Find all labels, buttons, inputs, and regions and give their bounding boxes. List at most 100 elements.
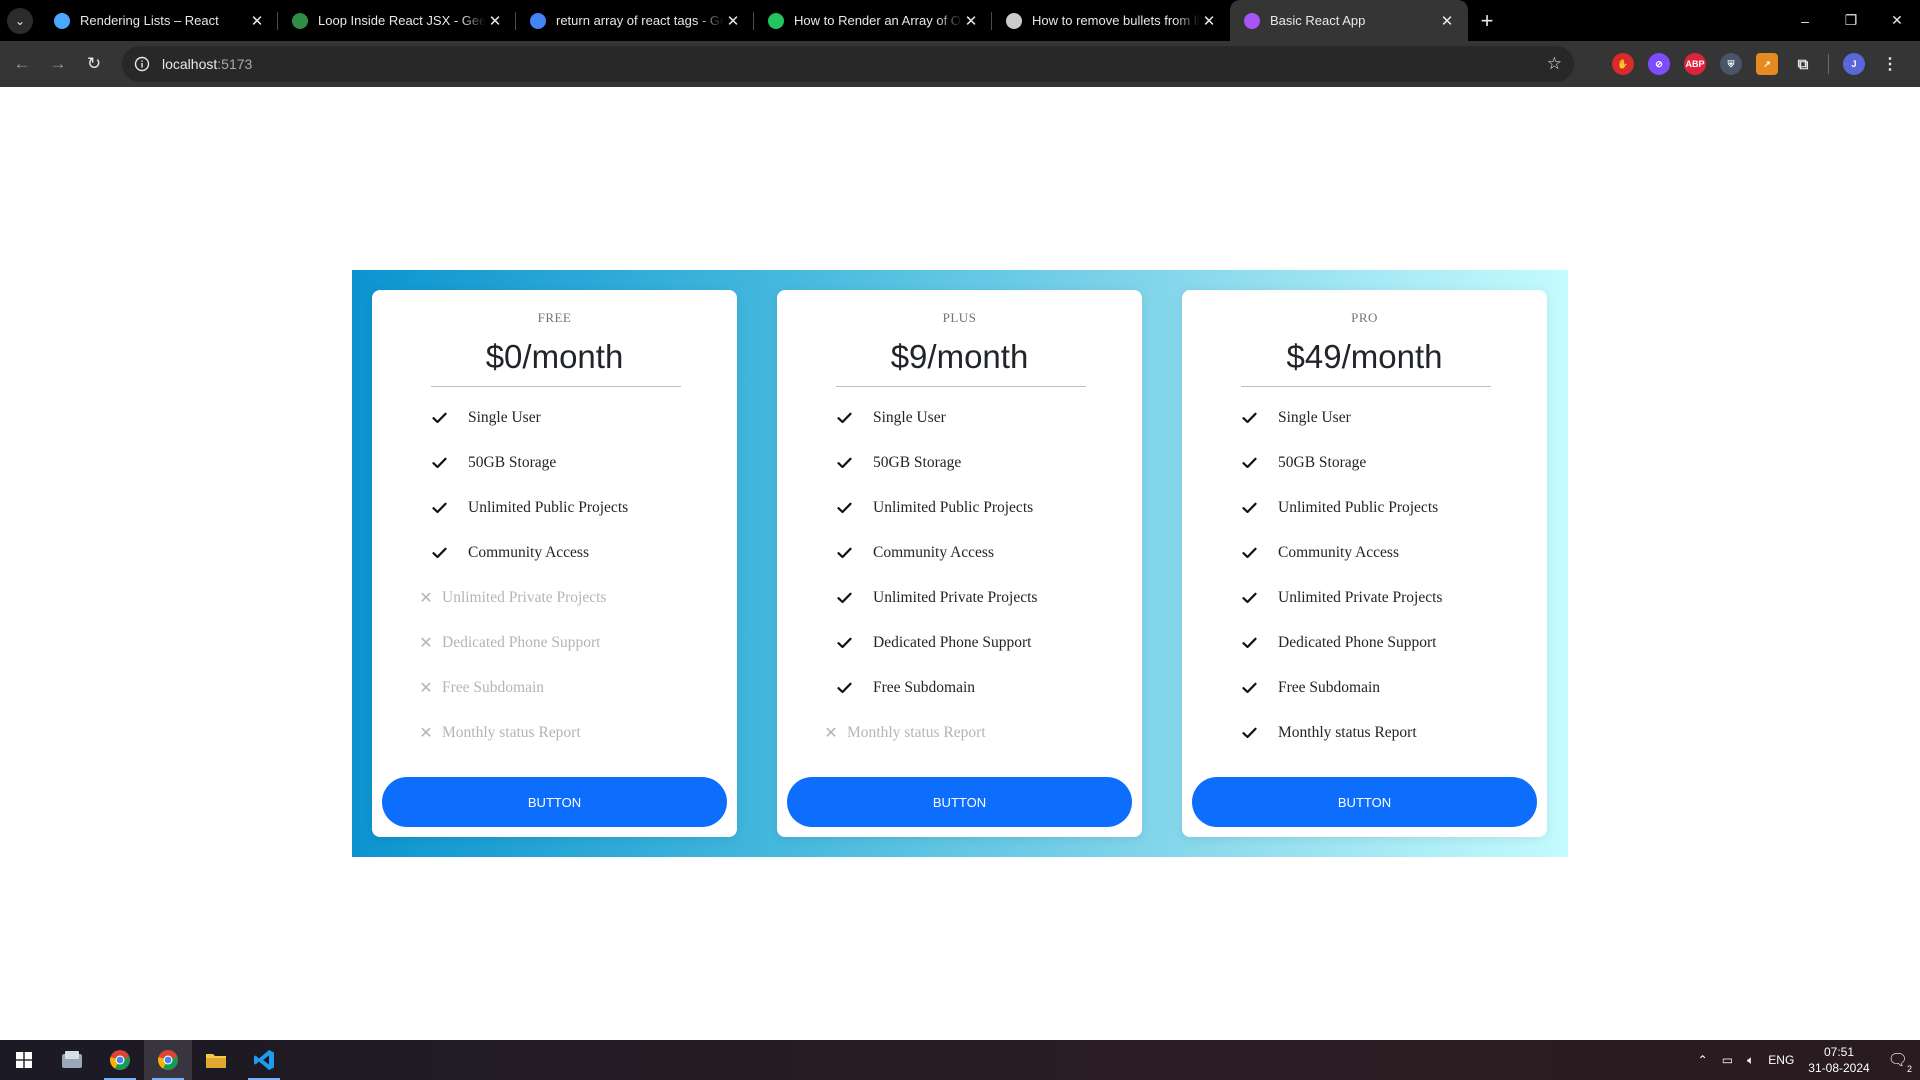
taskbar-chrome-2[interactable]	[144, 1040, 192, 1080]
feature-item: 50GB Storage	[1242, 440, 1442, 485]
adblock-plus-icon[interactable]: ABP	[1684, 53, 1706, 75]
feature-item: Free Subdomain	[837, 665, 1037, 710]
feature-label: Unlimited Private Projects	[1278, 588, 1443, 606]
notification-icon: 🗨︎	[1887, 1052, 1908, 1069]
taskbar-file-explorer[interactable]	[192, 1040, 240, 1080]
feature-label: Unlimited Public Projects	[468, 498, 629, 516]
feature-label: Single User	[1278, 408, 1351, 426]
green-badge-icon	[768, 12, 784, 29]
restore-button[interactable]: ❐	[1828, 0, 1874, 41]
reload-button[interactable]: ↻	[76, 46, 112, 82]
language-indicator[interactable]: ENG	[1768, 1053, 1794, 1067]
browser-tab[interactable]: Rendering Lists – React ✕	[40, 0, 278, 41]
chrome-icon	[158, 1050, 178, 1070]
tab-title: Rendering Lists – React	[80, 13, 219, 28]
pricing-section: FREE $0/month Single User 50GB Storage Unl…	[352, 270, 1568, 857]
browser-tab[interactable]: How to remove bullets from li (✕	[992, 0, 1230, 41]
feature-item: Unlimited Public Projects	[837, 485, 1037, 530]
feature-label: Unlimited Private Projects	[442, 588, 607, 606]
x-icon: ✕	[419, 724, 433, 742]
plan-button[interactable]: BUTTON	[787, 777, 1132, 827]
blocker-extension-icon[interactable]: ⊘	[1648, 53, 1670, 75]
chevron-up-icon[interactable]: ⌃	[1698, 1053, 1708, 1067]
feature-label: Free Subdomain	[1278, 678, 1381, 696]
x-icon: ✕	[824, 724, 838, 742]
close-tab-icon[interactable]: ✕	[724, 12, 742, 30]
tier-name: PLUS	[942, 310, 977, 325]
taskbar-file-manager[interactable]	[48, 1040, 96, 1080]
tab-strip: ⌄ Rendering Lists – React ✕ Loop Inside Re…	[0, 0, 1920, 41]
check-icon	[1242, 592, 1266, 604]
feature-label: Community Access	[468, 543, 589, 561]
windows-taskbar: ⌃ ▭ 🔈︎ ENG 07:51 31-08-2024 🗨︎ 2	[0, 1040, 1920, 1080]
feature-item: Dedicated Phone Support	[837, 620, 1037, 665]
geeksforgeeks-icon	[292, 12, 308, 29]
x-icon: ✕	[419, 634, 433, 652]
feature-item: Free Subdomain	[1242, 665, 1442, 710]
feature-label: Single User	[873, 408, 946, 426]
forward-button[interactable]: →	[40, 46, 76, 82]
check-icon	[1242, 637, 1266, 649]
feature-item: ✕ Free Subdomain	[419, 665, 628, 710]
notifications-button[interactable]: 🗨︎ 2	[1887, 1050, 1912, 1074]
close-tab-icon[interactable]: ✕	[962, 12, 980, 30]
address-bar[interactable]: localhost:5173 ☆	[122, 46, 1574, 82]
chart-extension-icon[interactable]: ↗	[1756, 53, 1778, 75]
new-tab-button[interactable]: +	[1468, 0, 1506, 41]
close-tab-icon[interactable]: ✕	[248, 12, 266, 30]
profile-avatar[interactable]: J	[1843, 53, 1865, 75]
more-menu-icon[interactable]: ⋮	[1879, 53, 1901, 75]
feature-item: Community Access	[432, 530, 628, 575]
x-icon: ✕	[419, 679, 433, 697]
pricing-card-free: FREE $0/month Single User 50GB Storage Unl…	[372, 290, 737, 837]
feature-item: Unlimited Private Projects	[837, 575, 1037, 620]
check-icon	[837, 547, 861, 559]
browser-tab[interactable]: How to Render an Array of Objects in Rea…	[754, 0, 992, 41]
browser-tab[interactable]: return array of react tags - Google Sear…	[516, 0, 754, 41]
chrome-icon	[110, 1050, 130, 1070]
clock[interactable]: 07:51 31-08-2024	[1808, 1044, 1869, 1076]
close-window-button[interactable]: ✕	[1874, 0, 1920, 41]
tier-name: PRO	[1351, 310, 1378, 325]
start-button[interactable]	[0, 1040, 48, 1080]
feature-label: Free Subdomain	[442, 678, 545, 696]
minimize-button[interactable]: –	[1782, 0, 1828, 41]
plan-button[interactable]: BUTTON	[382, 777, 727, 827]
back-button[interactable]: ←	[4, 46, 40, 82]
google-icon	[530, 12, 546, 29]
browser-tab[interactable]: Basic React App ✕	[1230, 0, 1468, 41]
check-icon	[1242, 682, 1266, 694]
taskbar-vscode[interactable]	[240, 1040, 288, 1080]
price-divider	[836, 386, 1086, 387]
bookmark-star-icon[interactable]: ☆	[1547, 54, 1562, 74]
browser-tab[interactable]: Loop Inside React JSX - GeeksforGeeks✕	[278, 0, 516, 41]
browser-toolbar: ← → ↻ localhost:5173 ☆ ✋ ⊘ ABP ⛨ ↗ ⧉ J ⋮	[0, 41, 1920, 87]
network-icon[interactable]: ▭	[1722, 1053, 1733, 1067]
file-manager-icon	[62, 1051, 82, 1068]
feature-item: Single User	[837, 395, 1037, 440]
feature-label: Dedicated Phone Support	[442, 633, 601, 651]
feature-item: Unlimited Private Projects	[1242, 575, 1442, 620]
plan-button[interactable]: BUTTON	[1192, 777, 1537, 827]
check-icon	[837, 592, 861, 604]
shield-extension-icon[interactable]: ⛨	[1720, 53, 1742, 75]
feature-item: Community Access	[1242, 530, 1442, 575]
check-icon	[432, 502, 456, 514]
feature-label: 50GB Storage	[468, 453, 557, 471]
tab-search-button[interactable]: ⌄	[0, 0, 40, 41]
system-tray: ⌃ ▭ 🔈︎ ENG 07:51 31-08-2024 🗨︎ 2	[1698, 1040, 1920, 1080]
close-tab-icon[interactable]: ✕	[486, 12, 504, 30]
react-gear-icon	[54, 12, 70, 29]
close-tab-icon[interactable]: ✕	[1200, 12, 1218, 30]
volume-icon[interactable]: 🔈︎	[1747, 1053, 1754, 1068]
hand-extension-icon[interactable]: ✋	[1612, 53, 1634, 75]
feature-item: Dedicated Phone Support	[1242, 620, 1442, 665]
feature-label: Dedicated Phone Support	[1278, 633, 1437, 651]
tab-title: return array of react tags - Google Sear…	[556, 13, 724, 28]
puzzle-extensions-icon[interactable]: ⧉	[1792, 53, 1814, 75]
feature-label: Dedicated Phone Support	[873, 633, 1032, 651]
site-info-icon[interactable]	[124, 46, 160, 82]
close-tab-icon[interactable]: ✕	[1438, 12, 1456, 30]
taskbar-chrome-1[interactable]	[96, 1040, 144, 1080]
check-icon	[432, 457, 456, 469]
